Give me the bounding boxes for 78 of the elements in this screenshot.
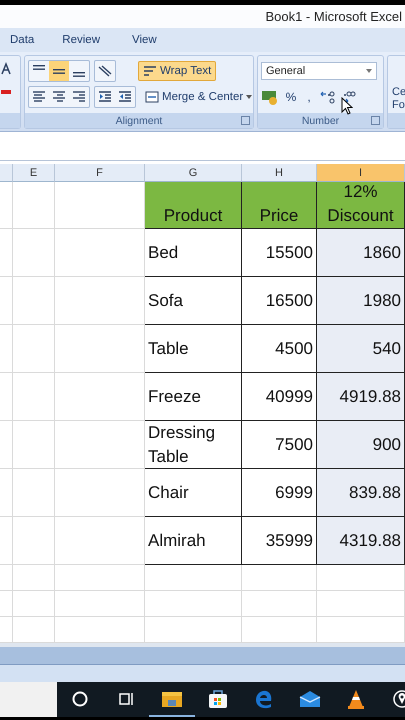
group-label: Alignment <box>116 114 162 126</box>
folder-icon[interactable] <box>161 690 183 708</box>
dialog-launcher-icon[interactable] <box>241 116 250 125</box>
mouse-cursor-icon <box>341 97 353 115</box>
table-cell: 7500 <box>242 421 317 469</box>
horizontal-scrollbar[interactable] <box>0 647 405 665</box>
percent-button[interactable]: % <box>283 90 299 104</box>
browser-e-icon[interactable] <box>254 688 274 708</box>
column-header[interactable]: F <box>55 164 145 182</box>
table-cell: Sofa <box>145 277 242 325</box>
mail-icon[interactable] <box>299 690 321 708</box>
table-cell: Table <box>145 325 242 373</box>
row-header <box>0 421 13 469</box>
vertical-align-icon <box>53 68 65 74</box>
group-label-bar <box>0 113 20 128</box>
row-header <box>0 373 13 421</box>
orientation-icon <box>97 64 113 78</box>
row-header <box>0 617 13 643</box>
increase-decimal-icon[interactable] <box>319 89 337 105</box>
vertical-align-icon <box>33 65 45 70</box>
header-cell: 12% Discount <box>317 182 405 229</box>
table-cell: 6999 <box>242 469 317 517</box>
row-header <box>0 469 13 517</box>
number-format-dropdown[interactable]: General <box>261 62 377 80</box>
table-cell: Freeze <box>145 373 242 421</box>
row-header <box>0 277 13 325</box>
table-cell: 839.88 <box>317 469 405 517</box>
indent-icon <box>97 90 113 104</box>
table-cell: 540 <box>317 325 405 373</box>
ribbon-tab[interactable]: Data <box>10 34 34 46</box>
dialog-launcher-icon[interactable] <box>371 116 380 125</box>
table-cell: 35999 <box>242 517 317 565</box>
column-header[interactable]: I <box>317 164 405 182</box>
group-label: Number <box>302 114 340 126</box>
row-header <box>0 591 13 617</box>
column-header[interactable]: G <box>145 164 242 182</box>
table-cell: 1860 <box>317 229 405 277</box>
vertical-align-icon <box>73 72 85 77</box>
merge-icon <box>145 91 159 103</box>
table-cell: 16500 <box>242 277 317 325</box>
table-cell: Bed <box>145 229 242 277</box>
column-header[interactable]: H <box>242 164 317 182</box>
text-align-icon <box>71 90 87 104</box>
ribbon-label: Fo <box>392 99 404 112</box>
table-cell: 4919.88 <box>317 373 405 421</box>
text-align-icon <box>51 90 67 104</box>
comma-button[interactable]: , <box>301 90 317 104</box>
row-header <box>0 325 13 373</box>
indent-icon <box>117 90 133 104</box>
table-cell: 4319.88 <box>317 517 405 565</box>
wrap-text-icon <box>143 65 157 77</box>
table-cell: 4500 <box>242 325 317 373</box>
caret-icon <box>366 69 372 73</box>
window-title: Book1 - Microsoft Excel <box>265 9 402 24</box>
caret-icon <box>246 95 252 99</box>
ribbon-tab[interactable]: Review <box>62 34 100 46</box>
row-header <box>0 229 13 277</box>
table-cell: 15500 <box>242 229 317 277</box>
store-bag-icon[interactable] <box>207 688 229 708</box>
header-cell: Price <box>242 182 317 229</box>
ribbon-tab[interactable]: View <box>132 34 157 46</box>
table-cell: 900 <box>317 421 405 469</box>
circle-icon[interactable] <box>72 690 88 706</box>
traffic-cone-icon[interactable] <box>347 688 365 708</box>
row-header <box>0 182 13 229</box>
vertical-align-button[interactable] <box>49 61 69 81</box>
table-cell: Dressing Table <box>145 421 242 469</box>
table-cell: 1980 <box>317 277 405 325</box>
group-label-bar <box>388 113 405 128</box>
column-header[interactable]: E <box>13 164 55 182</box>
wrap-text-button[interactable]: Wrap Text <box>138 61 216 81</box>
table-cell: 40999 <box>242 373 317 421</box>
merge-center-button[interactable]: Merge & Center <box>140 87 258 107</box>
header-cell: Product <box>145 182 242 229</box>
text-align-icon <box>31 90 47 104</box>
table-cell: Almirah <box>145 517 242 565</box>
table-cell: Chair <box>145 469 242 517</box>
task-view-icon[interactable] <box>118 690 134 706</box>
